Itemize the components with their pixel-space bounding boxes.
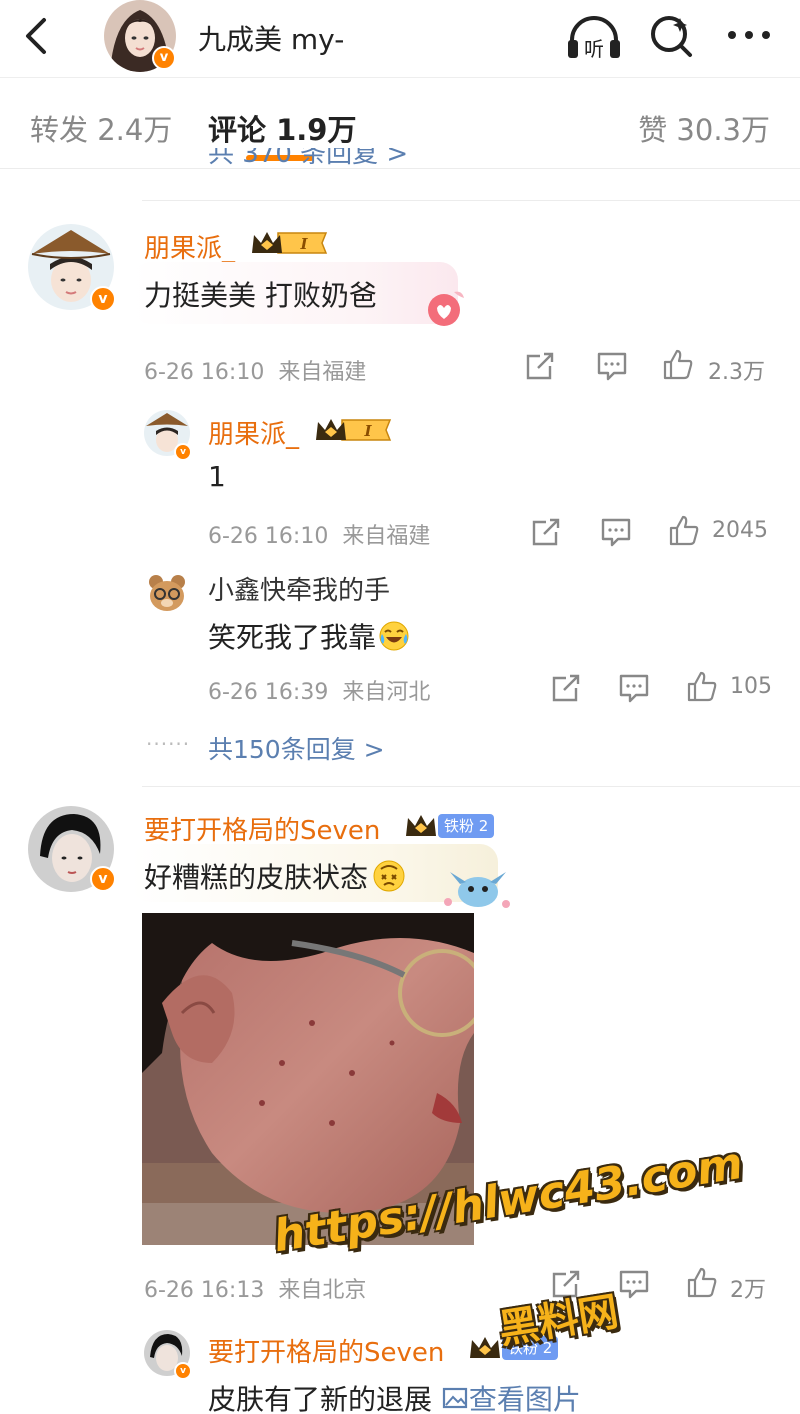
headphones-icon: 听 xyxy=(568,16,620,61)
reply-text-content: 皮肤有了新的退展 xyxy=(208,1383,433,1414)
comment-text: 力挺美美 打败奶爸 xyxy=(144,279,377,312)
share-icon[interactable] xyxy=(550,672,582,704)
reply-username[interactable]: 小鑫快牵我的手 xyxy=(208,570,390,607)
like-thumb-icon[interactable] xyxy=(662,348,694,380)
listen-button[interactable]: 听 xyxy=(564,12,624,62)
verified-badge-icon: v xyxy=(90,286,116,312)
dizzy-face-emoji-icon xyxy=(372,859,406,893)
reply-timestamp: 6-26 16:39 xyxy=(208,680,329,705)
like-count: 2.3万 xyxy=(708,360,765,385)
comment-location: 来自北京 xyxy=(278,1278,367,1303)
reply-username[interactable]: 要打开格局的Seven xyxy=(208,1332,444,1369)
back-button[interactable] xyxy=(18,14,58,58)
page-title: 九成美 my- xyxy=(198,23,345,56)
tab-comment[interactable]: 评论 1.9万 xyxy=(208,107,356,149)
clipped-more-replies-link[interactable]: 共 370 条回复 > xyxy=(208,148,408,168)
bubble-decoration-icon xyxy=(440,862,514,912)
like-thumb-icon[interactable] xyxy=(686,670,718,702)
image-icon xyxy=(441,1384,469,1412)
reply-text-content: 笑死我了我靠 xyxy=(208,621,377,654)
comment-photo[interactable] xyxy=(142,913,474,1245)
reply-thread-dots: ······ xyxy=(146,732,191,756)
search-button[interactable] xyxy=(648,12,696,60)
reply-text: 笑死我了我靠 xyxy=(208,616,410,656)
share-icon[interactable] xyxy=(524,350,556,382)
comment-time: 6-26 16:10 来自福建 xyxy=(144,354,366,386)
like-thumb-icon[interactable] xyxy=(686,1266,718,1298)
iron-fan-badge: 铁粉 2 xyxy=(502,1336,559,1360)
comment-location: 来自福建 xyxy=(278,360,367,385)
comment-icon[interactable] xyxy=(596,350,628,382)
more-dots-icon xyxy=(728,31,770,39)
reply-text: 1 xyxy=(208,460,226,493)
svg-text:听: 听 xyxy=(584,37,604,61)
comment-text: 好糟糕的皮肤状态 xyxy=(144,856,406,896)
comment-text-content: 好糟糕的皮肤状态 xyxy=(144,861,369,894)
share-icon[interactable] xyxy=(550,1268,582,1300)
commenter-username[interactable]: 朋果派_ xyxy=(144,228,235,265)
more-options-button[interactable] xyxy=(724,20,774,50)
verified-badge-icon: v xyxy=(90,866,116,892)
reply-avatar[interactable] xyxy=(144,570,190,616)
reply-timestamp: 6-26 16:10 xyxy=(208,524,329,549)
fan-level-crown-badge: I xyxy=(314,416,394,444)
reply-location: 来自河北 xyxy=(342,680,431,705)
svg-text:I: I xyxy=(299,235,308,253)
reply-text: 皮肤有了新的退展 查看图片 xyxy=(208,1378,581,1414)
share-icon[interactable] xyxy=(530,516,562,548)
reply-meta: 6-26 16:10 来自福建 xyxy=(208,518,430,550)
tab-repost[interactable]: 转发 2.4万 xyxy=(30,107,172,149)
like-count: 105 xyxy=(730,674,772,699)
chevron-left-icon xyxy=(26,18,46,54)
comment-timestamp: 6-26 16:10 xyxy=(144,360,265,385)
comment-meta: 6-26 16:13 来自北京 xyxy=(144,1272,366,1304)
divider xyxy=(142,200,800,201)
fan-level-crown-badge: I xyxy=(250,229,330,257)
comment-timestamp: 6-26 16:13 xyxy=(144,1278,265,1303)
like-count: 2万 xyxy=(730,1278,766,1303)
comment-icon[interactable] xyxy=(618,1268,650,1300)
search-icon xyxy=(651,16,692,57)
like-count: 2045 xyxy=(712,518,768,543)
verified-badge-icon: v xyxy=(152,46,176,70)
top-bar: v 九成美 my- 听 xyxy=(0,0,800,78)
view-image-label: 查看图片 xyxy=(468,1383,581,1414)
comment-icon[interactable] xyxy=(618,672,650,704)
view-image-link[interactable]: 查看图片 xyxy=(441,1383,581,1414)
svg-text:I: I xyxy=(363,422,372,440)
verified-badge-icon: v xyxy=(174,1362,192,1380)
iron-fan-badge: 铁粉 2 xyxy=(438,814,495,838)
reply-username[interactable]: 朋果派_ xyxy=(208,414,299,451)
crown-icon xyxy=(404,812,438,840)
tab-like[interactable]: 赞 30.3万 xyxy=(638,107,770,149)
more-replies-link[interactable]: 共150条回复 > xyxy=(208,730,385,766)
reply-meta: 6-26 16:39 来自河北 xyxy=(208,674,430,706)
reply-location: 来自福建 xyxy=(342,524,431,549)
verified-badge-icon: v xyxy=(174,443,192,461)
like-thumb-icon[interactable] xyxy=(668,514,700,546)
crown-icon xyxy=(468,1334,502,1362)
laughing-crying-emoji-icon xyxy=(378,620,410,652)
comment-icon[interactable] xyxy=(600,516,632,548)
commenter-username[interactable]: 要打开格局的Seven xyxy=(144,810,380,847)
divider xyxy=(142,786,800,787)
bubble-decoration-icon xyxy=(418,286,468,330)
